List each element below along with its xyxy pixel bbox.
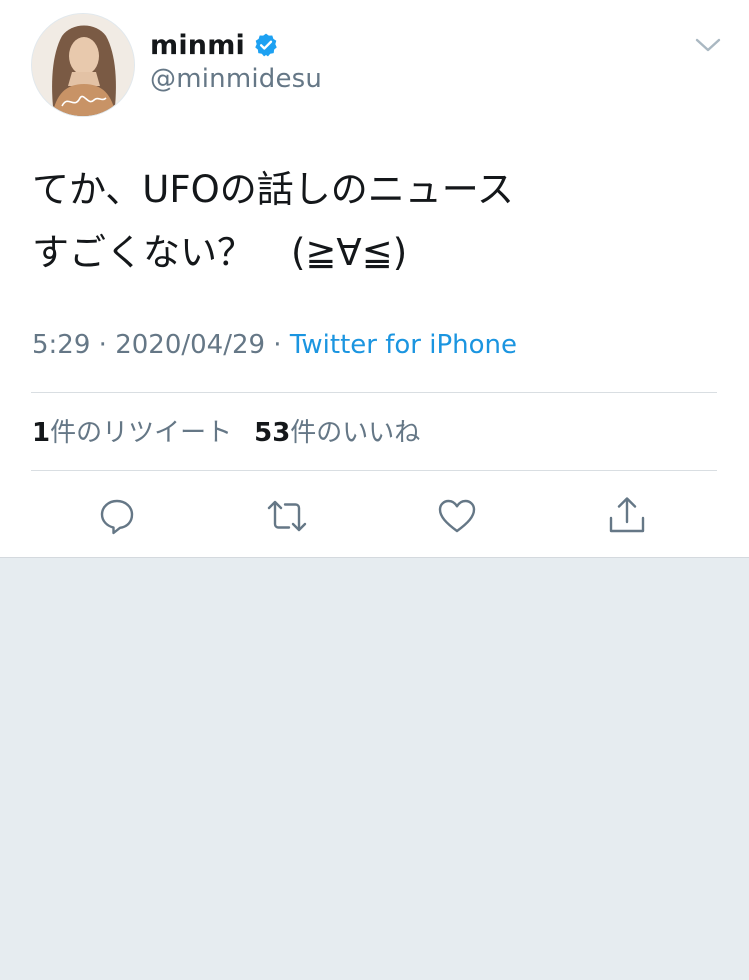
user-handle[interactable]: @minmidesu [150, 64, 322, 94]
tweet-text: てか、UFOの話しのニュース すごくない？ (≧∀≦) [32, 158, 722, 284]
retweet-icon[interactable] [265, 494, 309, 538]
tweet-stats: 1件のリツイート 53件のいいね [32, 412, 442, 449]
display-name[interactable]: minmi [150, 30, 245, 61]
tweet-actions [0, 494, 749, 538]
likes-stat[interactable]: 53件のいいね [254, 412, 420, 449]
divider [31, 470, 717, 471]
divider [31, 392, 717, 393]
chevron-down-icon[interactable] [694, 34, 722, 56]
reply-icon[interactable] [95, 494, 139, 538]
tweet-meta: 5:29 · 2020/04/29 · Twitter for iPhone [32, 330, 517, 360]
avatar[interactable] [31, 13, 135, 117]
tweet-date[interactable]: 2020/04/29 [115, 330, 265, 360]
share-icon[interactable] [605, 494, 649, 538]
tweet-text-line-1: てか、UFOの話しのニュース [32, 168, 514, 211]
tweet-card: minmi @minmidesu てか、UFOの話しのニュース すごくない？ (≧… [0, 0, 749, 558]
likes-count: 53 [254, 418, 291, 448]
meta-separator: · [90, 330, 116, 360]
retweets-label: 件のリツイート [50, 418, 233, 448]
meta-separator: · [265, 330, 290, 360]
author-name-row[interactable]: minmi [150, 26, 279, 64]
retweets-count: 1 [32, 418, 51, 448]
tweet-source-link[interactable]: Twitter for iPhone [290, 330, 517, 360]
tweet-text-line-2: すごくない？ (≧∀≦) [32, 231, 408, 274]
tweet-time[interactable]: 5:29 [32, 330, 90, 360]
empty-background [0, 558, 749, 980]
retweets-stat[interactable]: 1件のリツイート [32, 412, 232, 449]
avatar-photo [32, 14, 134, 116]
heart-icon[interactable] [435, 494, 479, 538]
verified-badge-icon [253, 32, 279, 58]
likes-label: 件のいいね [290, 418, 421, 448]
